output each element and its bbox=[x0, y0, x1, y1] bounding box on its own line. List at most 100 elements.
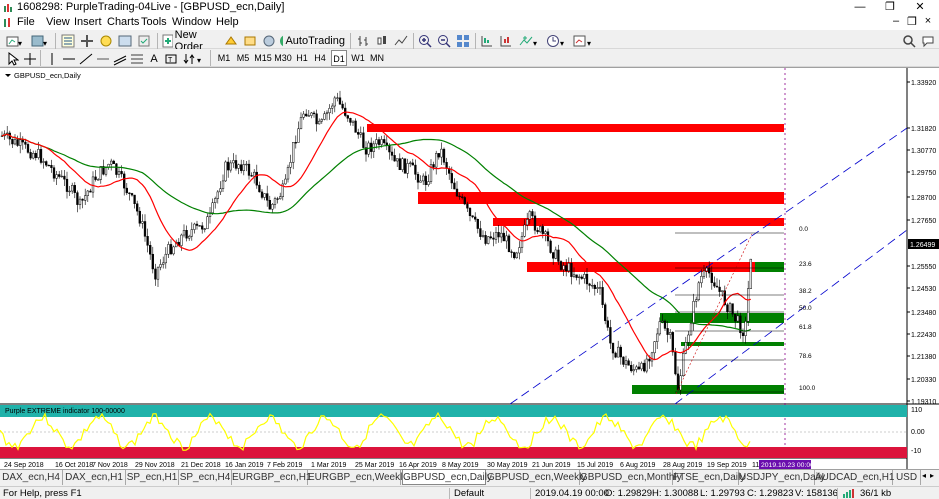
new-order-button[interactable]: New Order bbox=[161, 29, 219, 53]
zoom-out-icon[interactable] bbox=[436, 32, 452, 50]
tab-audcad-h1[interactable]: AUDCAD_ecn,H1 bbox=[815, 470, 894, 485]
crosshair-icon[interactable] bbox=[23, 50, 37, 68]
bar-chart-icon[interactable] bbox=[355, 32, 371, 50]
tf-m15[interactable]: M15 bbox=[254, 50, 272, 66]
support-zone[interactable] bbox=[632, 385, 784, 394]
tab-ftse-daily[interactable]: FTSE_ecn,Daily bbox=[673, 470, 745, 485]
profiles-button[interactable]: ▾ bbox=[29, 32, 51, 50]
terminal-icon[interactable] bbox=[117, 32, 133, 50]
minimize-button[interactable]: — bbox=[845, 0, 875, 15]
market-icon[interactable] bbox=[261, 32, 277, 50]
vertical-line-icon[interactable] bbox=[45, 50, 59, 68]
tf-h4[interactable]: H4 bbox=[312, 50, 328, 66]
trendline-icon[interactable] bbox=[79, 50, 93, 68]
tester-icon[interactable] bbox=[136, 32, 152, 50]
data-window-icon[interactable] bbox=[79, 32, 95, 50]
date-tick-label: 21 Jun 2019 bbox=[532, 462, 571, 469]
resistance-zone[interactable] bbox=[418, 192, 784, 204]
menu-charts[interactable]: Charts bbox=[107, 16, 139, 28]
date-tick-label: 28 Aug 2019 bbox=[663, 462, 702, 469]
restore-button[interactable]: ❐ bbox=[875, 0, 905, 15]
price-chart[interactable]: 0.0 23.6 38.2 50.0 61.8 78.6 100.0 GBPUSD_ecn,… bbox=[0, 68, 939, 470]
navigator-icon[interactable] bbox=[98, 32, 114, 50]
templates-button[interactable]: ▾ bbox=[572, 32, 596, 50]
signals-icon[interactable] bbox=[242, 32, 258, 50]
support-zone[interactable] bbox=[755, 262, 784, 272]
menu-file[interactable]: File bbox=[17, 16, 35, 28]
tab-scroll-right-icon[interactable]: ▸ bbox=[930, 471, 934, 480]
menu-view[interactable]: View bbox=[46, 16, 70, 28]
line-chart-icon[interactable] bbox=[393, 32, 409, 50]
text-tool-icon[interactable]: A bbox=[147, 50, 161, 68]
tab-eurgbp-h1[interactable]: EURGBP_ecn,H1 bbox=[232, 470, 311, 485]
autoscroll-icon[interactable] bbox=[498, 32, 514, 50]
chart-window[interactable]: 0.0 23.6 38.2 50.0 61.8 78.6 100.0 GBPUSD_ecn,… bbox=[0, 67, 939, 470]
autotrading-icon bbox=[280, 35, 284, 47]
date-tick-label: 1 Mar 2019 bbox=[311, 462, 347, 469]
tab-dax-h4[interactable]: DAX_ecn,H4 bbox=[0, 470, 63, 485]
resistance-zone[interactable] bbox=[367, 124, 784, 132]
support-zone[interactable] bbox=[681, 342, 784, 346]
tab-dax-h1[interactable]: DAX_ecn,H1 bbox=[63, 470, 126, 485]
status-bar: For Help, press F1 Default 2019.04.19 00… bbox=[0, 486, 939, 499]
menu-window[interactable]: Window bbox=[172, 16, 211, 28]
tf-w1[interactable]: W1 bbox=[350, 50, 366, 66]
tf-h1[interactable]: H1 bbox=[294, 50, 310, 66]
candlestick-icon[interactable] bbox=[374, 32, 390, 50]
support-zone[interactable] bbox=[660, 313, 784, 323]
market-watch-icon[interactable] bbox=[60, 32, 76, 50]
fibonacci-icon[interactable] bbox=[130, 50, 144, 68]
tab-scroll-left-icon[interactable]: ◂ bbox=[922, 471, 926, 480]
new-chart-button[interactable]: ▾ bbox=[4, 32, 26, 50]
label-tool-icon[interactable]: T bbox=[164, 50, 178, 68]
tf-mn[interactable]: MN bbox=[369, 50, 385, 66]
doc-minimize-button[interactable]: – bbox=[889, 15, 903, 27]
tf-m30[interactable]: M30 bbox=[274, 50, 292, 66]
svg-text:▾: ▾ bbox=[533, 39, 537, 48]
svg-text:▾: ▾ bbox=[197, 56, 201, 65]
date-tick-label: 29 Nov 2018 bbox=[135, 462, 175, 469]
doc-close-button[interactable]: × bbox=[921, 15, 935, 27]
hline-icon[interactable] bbox=[96, 50, 110, 68]
resistance-zone[interactable] bbox=[493, 218, 784, 226]
channel-icon[interactable] bbox=[113, 50, 127, 68]
tab-gbpusd-weekly[interactable]: GBPUSD_ecn,Weekly bbox=[487, 470, 586, 485]
periods-button[interactable]: ▾ bbox=[545, 32, 569, 50]
horizontal-line-icon[interactable] bbox=[62, 50, 76, 68]
date-tick-label: 19 Sep 2019 bbox=[707, 462, 747, 469]
indicators-button[interactable]: ▾ bbox=[518, 32, 542, 50]
tab-usdjpy-daily[interactable]: USDJPY_ecn,Daily bbox=[739, 470, 825, 485]
drawing-toolbar: A T ▾ M1 M5 M15 M30 H1 H4 D1 W1 MN bbox=[0, 49, 939, 67]
cursor-icon[interactable] bbox=[6, 50, 20, 68]
menu-help[interactable]: Help bbox=[216, 16, 239, 28]
tab-sp-h4[interactable]: SP_ecn,H4 bbox=[179, 470, 232, 485]
svg-text:▾: ▾ bbox=[587, 39, 591, 48]
current-price-label: 1.26499 bbox=[910, 242, 935, 249]
app-icon bbox=[4, 4, 12, 12]
doc-restore-button[interactable]: ❐ bbox=[905, 15, 919, 28]
tab-gbpusd-daily[interactable]: GBPUSD_ecn,Daily bbox=[402, 469, 492, 485]
tf-m5[interactable]: M5 bbox=[235, 50, 251, 66]
close-button[interactable]: ✕ bbox=[905, 0, 935, 15]
tab-usd[interactable]: USD bbox=[893, 470, 921, 485]
tile-windows-icon[interactable] bbox=[455, 32, 471, 50]
tab-sp-h1[interactable]: SP_ecn,H1 bbox=[126, 470, 179, 485]
zoom-in-icon[interactable] bbox=[417, 32, 433, 50]
status-profile[interactable]: Default bbox=[454, 488, 484, 499]
tf-m1[interactable]: M1 bbox=[216, 50, 232, 66]
price-tick-label: 1.30770 bbox=[911, 148, 936, 155]
arrows-dropdown-icon[interactable]: ▾ bbox=[183, 50, 205, 68]
menu-insert[interactable]: Insert bbox=[74, 16, 102, 28]
menu-tools[interactable]: Tools bbox=[141, 16, 167, 28]
autotrading-button[interactable]: AutoTrading bbox=[279, 32, 345, 50]
expert-icon[interactable] bbox=[223, 32, 239, 50]
search-icon[interactable] bbox=[901, 32, 917, 50]
tf-d1[interactable]: D1 bbox=[331, 50, 347, 66]
chart-shift-icon[interactable] bbox=[479, 32, 495, 50]
status-close: C: 1.29823 bbox=[747, 488, 794, 499]
indicator-label: Purple EXTREME indicator 100-00000 bbox=[5, 408, 125, 415]
tab-eurgbp-weekly[interactable]: EURGBP_ecn,Weekly bbox=[308, 470, 407, 485]
date-axis: 24 Sep 2018 16 Oct 20187 Nov 2018 29 Nov 2… bbox=[4, 460, 814, 469]
chat-icon[interactable] bbox=[920, 32, 936, 50]
tab-gbpusd-monthly[interactable]: GBPUSD_ecn,Monthly bbox=[580, 470, 682, 485]
